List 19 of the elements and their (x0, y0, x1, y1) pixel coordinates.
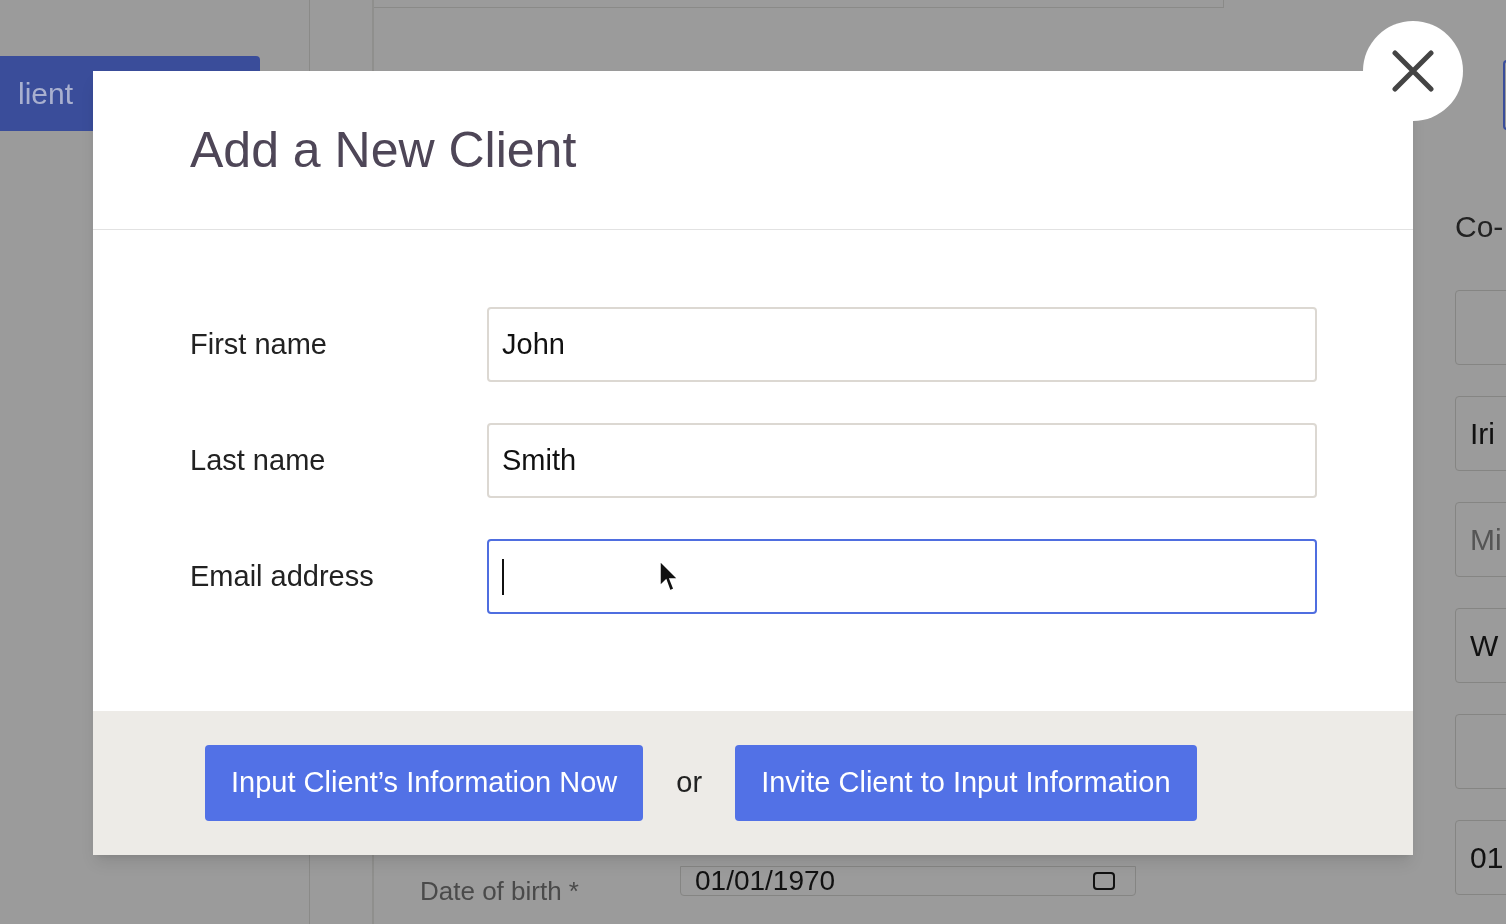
background-heading: Co- (1455, 209, 1504, 245)
field-label: Date of birth * (420, 875, 579, 908)
background-field[interactable]: W (1455, 608, 1506, 683)
text-field[interactable]: John (487, 307, 1317, 382)
field-label: First name (190, 326, 328, 362)
date-field[interactable]: 01/01/1970 (680, 866, 1136, 896)
close-icon (1392, 50, 1434, 92)
calendar-icon (1093, 872, 1115, 890)
text-field[interactable] (487, 539, 1317, 614)
or-text: or (676, 765, 703, 801)
background-field[interactable]: 01 (1455, 820, 1506, 895)
input-now-button[interactable]: Input Client’s Information Now (205, 745, 644, 821)
field-label: Email address (190, 558, 375, 594)
text-field[interactable]: Smith (487, 423, 1317, 498)
text-caret-icon (502, 558, 504, 595)
field-label: Last name (190, 442, 327, 478)
dialog-title: Add a New Client (190, 120, 577, 180)
invite-client-button[interactable]: Invite Client to Input Information (735, 745, 1197, 821)
background-field[interactable]: Iri (1455, 396, 1506, 471)
